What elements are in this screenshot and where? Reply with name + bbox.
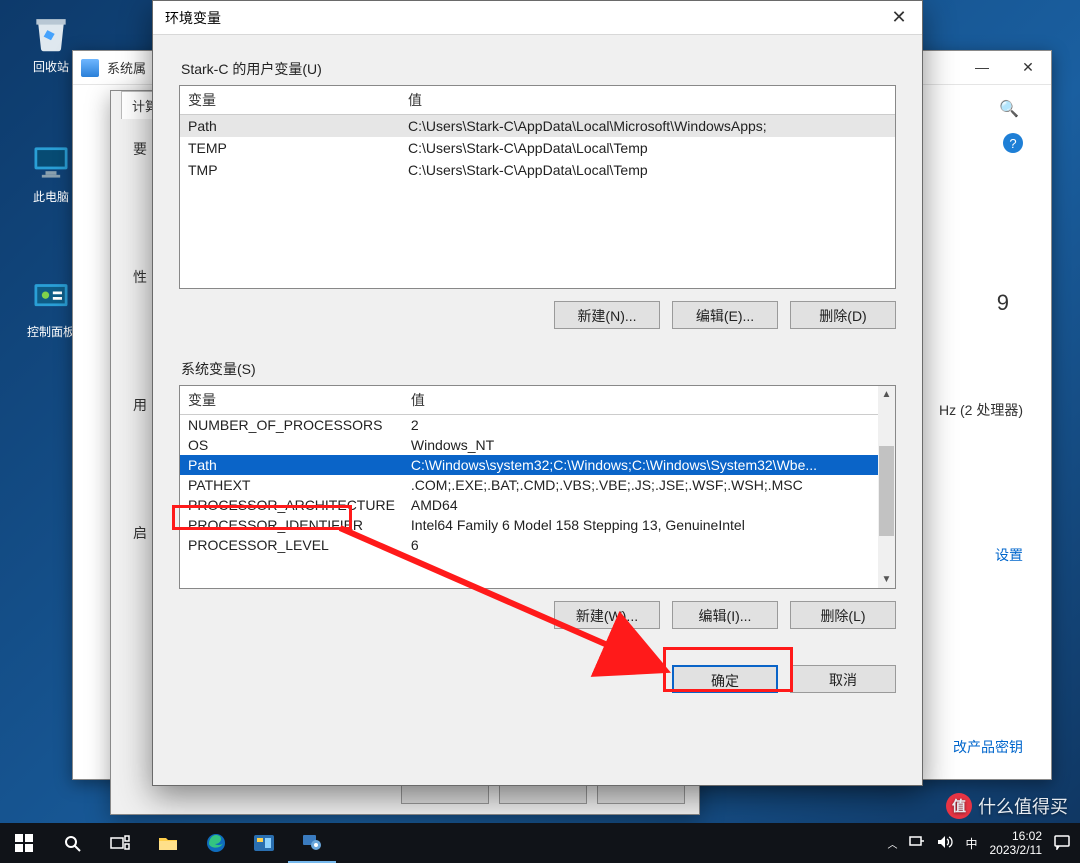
edit-user-var-button[interactable]: 编辑(E)... bbox=[672, 301, 778, 329]
user-vars-label: Stark-C 的用户变量(U) bbox=[181, 59, 896, 79]
control-panel-icon bbox=[29, 275, 73, 319]
user-vars-list[interactable]: 变量值 PathC:\Users\Stark-C\AppData\Local\M… bbox=[179, 85, 896, 289]
table-row[interactable]: TEMPC:\Users\Stark-C\AppData\Local\Temp bbox=[180, 137, 895, 159]
table-row[interactable]: PROCESSOR_IDENTIFIERIntel64 Family 6 Mod… bbox=[180, 515, 878, 535]
scroll-thumb[interactable] bbox=[879, 446, 894, 536]
cancel-button[interactable]: 取消 bbox=[790, 665, 896, 693]
table-row[interactable]: OSWindows_NT bbox=[180, 435, 878, 455]
col-header-var[interactable]: 变量 bbox=[180, 386, 403, 415]
taskbar-app-edge[interactable] bbox=[192, 823, 240, 863]
tray-ime[interactable]: 中 bbox=[965, 835, 977, 852]
stub-label: 性 bbox=[133, 267, 147, 287]
stub-label: 启 bbox=[133, 523, 147, 543]
system-tray: ︿ 中 16:02 2023/2/11 bbox=[887, 829, 1080, 857]
search-button[interactable] bbox=[48, 823, 96, 863]
monitor-icon bbox=[29, 140, 73, 184]
table-row[interactable]: NUMBER_OF_PROCESSORS2 bbox=[180, 415, 878, 436]
start-button[interactable] bbox=[0, 823, 48, 863]
col-header-val[interactable]: 值 bbox=[400, 86, 895, 115]
system-vars-label: 系统变量(S) bbox=[181, 359, 896, 379]
table-row[interactable]: PATHEXT.COM;.EXE;.BAT;.CMD;.VBS;.VBE;.JS… bbox=[180, 475, 878, 495]
col-header-var[interactable]: 变量 bbox=[180, 86, 400, 115]
new-system-var-button[interactable]: 新建(W)... bbox=[554, 601, 660, 629]
task-view-button[interactable] bbox=[96, 823, 144, 863]
close-button[interactable]: ✕ bbox=[1005, 51, 1051, 83]
col-header-val[interactable]: 值 bbox=[403, 386, 878, 415]
delete-user-var-button[interactable]: 删除(D) bbox=[790, 301, 896, 329]
tray-network-icon[interactable] bbox=[909, 835, 925, 852]
table-row[interactable]: PROCESSOR_ARCHITECTUREAMD64 bbox=[180, 495, 878, 515]
tray-chevron-up-icon[interactable]: ︿ bbox=[887, 836, 897, 851]
watermark: 值 什么值得买 bbox=[946, 793, 1068, 819]
table-row[interactable]: PathC:\Users\Stark-C\AppData\Local\Micro… bbox=[180, 115, 895, 138]
recycle-bin-icon bbox=[29, 10, 73, 54]
stub-label: 用 bbox=[133, 395, 147, 415]
tray-notifications-icon[interactable] bbox=[1054, 834, 1070, 853]
watermark-logo-icon: 值 bbox=[946, 793, 972, 819]
scrollbar[interactable]: ▲ ▼ bbox=[878, 386, 895, 588]
stub-label: 要 bbox=[133, 139, 147, 159]
table-row[interactable]: PROCESSOR_LEVEL6 bbox=[180, 535, 878, 555]
dialog-environment-variables: 环境变量 ✕ Stark-C 的用户变量(U) 变量值 PathC:\Users… bbox=[152, 0, 923, 786]
tray-clock[interactable]: 16:02 2023/2/11 bbox=[990, 829, 1043, 857]
edit-system-var-button[interactable]: 编辑(I)... bbox=[672, 601, 778, 629]
link-settings[interactable]: 设置 bbox=[995, 545, 1023, 565]
taskbar-app-explorer[interactable] bbox=[144, 823, 192, 863]
watermark-text: 什么值得买 bbox=[978, 793, 1068, 819]
scroll-up-icon[interactable]: ▲ bbox=[878, 386, 895, 403]
taskbar-app-generic[interactable] bbox=[240, 823, 288, 863]
system-vars-list[interactable]: ▲ ▼ 变量值 NUMBER_OF_PROCESSORS2 OSWindows_… bbox=[179, 385, 896, 589]
minimize-button[interactable]: — bbox=[959, 51, 1005, 83]
dialog-title: 环境变量 bbox=[165, 8, 221, 28]
tray-volume-icon[interactable] bbox=[937, 835, 953, 852]
window-icon bbox=[81, 59, 99, 77]
window-title: 系统属 bbox=[107, 58, 146, 77]
close-button[interactable]: ✕ bbox=[876, 1, 922, 33]
table-row[interactable]: TMPC:\Users\Stark-C\AppData\Local\Temp bbox=[180, 159, 895, 181]
processor-hz: Hz (2 处理器) bbox=[939, 400, 1023, 420]
link-change-product-key[interactable]: 改产品密钥 bbox=[953, 737, 1023, 757]
partial-text: 9 bbox=[997, 290, 1009, 316]
table-row-selected[interactable]: PathC:\Windows\system32;C:\Windows;C:\Wi… bbox=[180, 455, 878, 475]
taskbar: ︿ 中 16:02 2023/2/11 bbox=[0, 823, 1080, 863]
taskbar-app-remote[interactable] bbox=[288, 823, 336, 863]
delete-system-var-button[interactable]: 删除(L) bbox=[790, 601, 896, 629]
scroll-down-icon[interactable]: ▼ bbox=[878, 571, 895, 588]
new-user-var-button[interactable]: 新建(N)... bbox=[554, 301, 660, 329]
ok-button[interactable]: 确定 bbox=[672, 665, 778, 693]
